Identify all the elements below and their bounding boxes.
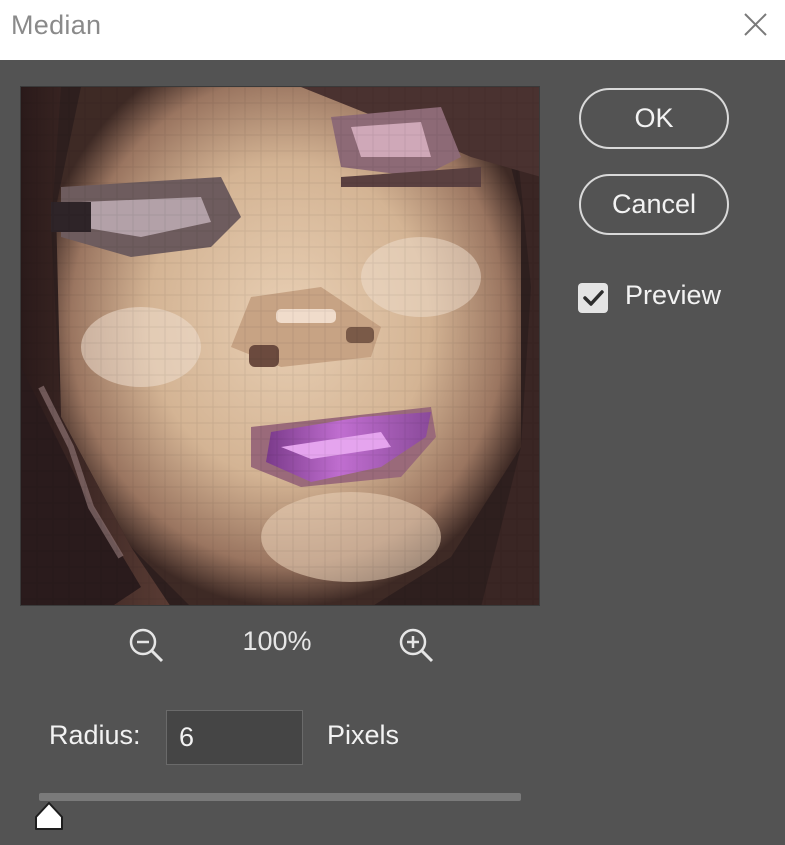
zoom-out-icon[interactable] bbox=[126, 625, 166, 665]
dialog-title: Median bbox=[11, 10, 102, 40]
title-bar: Median bbox=[0, 0, 785, 60]
radius-units-label: Pixels bbox=[327, 720, 400, 750]
zoom-level: 100% bbox=[242, 626, 312, 656]
radius-slider-thumb[interactable] bbox=[33, 800, 65, 832]
preview-label: Preview bbox=[625, 280, 722, 310]
radius-slider-track[interactable] bbox=[39, 793, 521, 801]
ok-button[interactable]: OK bbox=[579, 88, 729, 149]
close-icon[interactable] bbox=[738, 7, 772, 41]
preview-face-illustration bbox=[21, 87, 539, 605]
filter-preview-image[interactable] bbox=[20, 86, 540, 606]
preview-checkbox[interactable] bbox=[578, 283, 608, 313]
checkmark-icon bbox=[583, 290, 604, 306]
radius-label: Radius: bbox=[49, 720, 141, 750]
radius-input[interactable] bbox=[166, 710, 303, 765]
cancel-button[interactable]: Cancel bbox=[579, 174, 729, 235]
zoom-in-icon[interactable] bbox=[396, 625, 436, 665]
